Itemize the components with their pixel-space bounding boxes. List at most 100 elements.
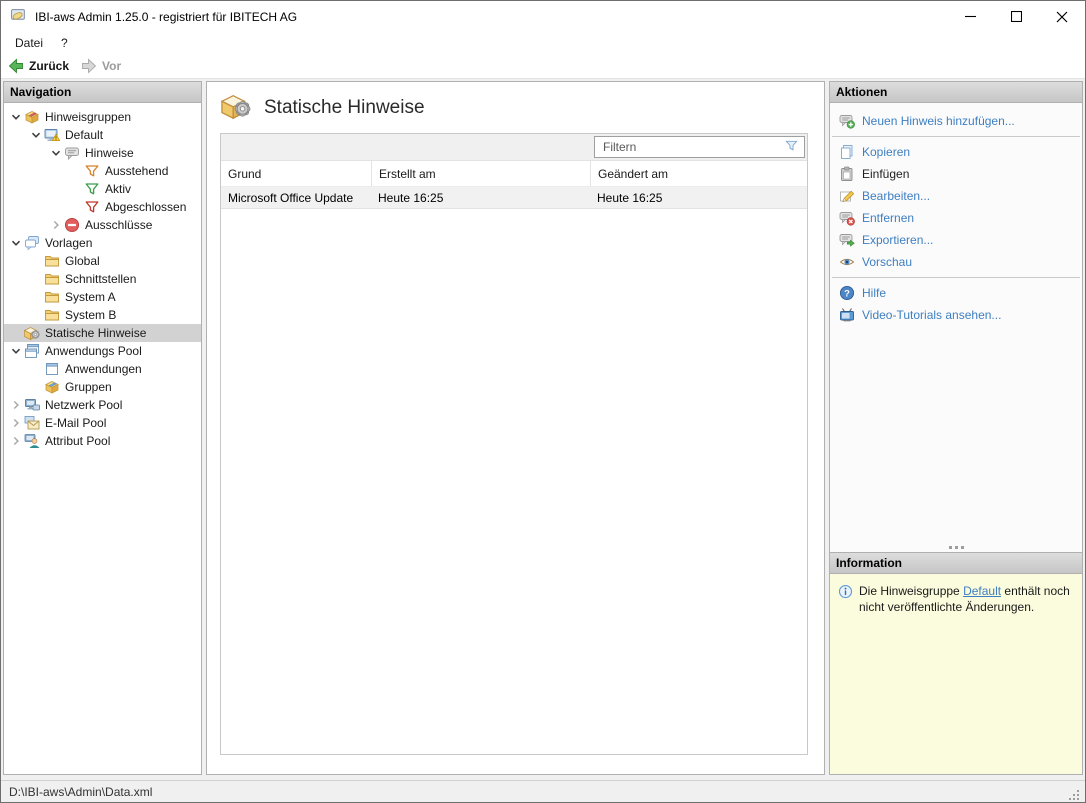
action-bearbeiten[interactable]: Bearbeiten... [830, 185, 1082, 207]
default-group-link[interactable]: Default [963, 584, 1001, 598]
table-cell: Microsoft Office Update [221, 191, 371, 205]
tree-toggle[interactable] [8, 109, 24, 125]
maximize-button[interactable] [993, 2, 1039, 32]
action-einf-gen[interactable]: Einfügen [830, 163, 1082, 185]
nav-item-label: Aktiv [105, 182, 135, 196]
nav-item-attribut-pool[interactable]: Attribut Pool [4, 432, 201, 450]
action-label: Exportieren... [862, 233, 933, 247]
navigation-header: Navigation [4, 82, 201, 103]
action-video-tutorials-ansehen[interactable]: Video-Tutorials ansehen... [830, 304, 1082, 326]
action-label: Kopieren [862, 145, 910, 159]
minimize-icon [965, 11, 976, 22]
nav-item-aktiv[interactable]: Aktiv [4, 180, 201, 198]
nav-item-vorlagen[interactable]: Vorlagen [4, 234, 201, 252]
nav-item-ausschl-sse[interactable]: Ausschlüsse [4, 216, 201, 234]
information-header: Information [830, 553, 1082, 574]
action-label: Hilfe [862, 286, 886, 300]
resize-grip-icon[interactable] [1067, 788, 1081, 802]
nav-item-system-a[interactable]: System A [4, 288, 201, 306]
tree-toggle[interactable] [28, 127, 44, 143]
chevron-right-icon [8, 433, 24, 449]
funnel-green-icon [84, 181, 100, 197]
action-vorschau[interactable]: Vorschau [830, 251, 1082, 273]
tree-toggle-empty [68, 181, 84, 197]
nav-item-hinweise[interactable]: Hinweise [4, 144, 201, 162]
nav-item-netzwerk-pool[interactable]: Netzwerk Pool [4, 396, 201, 414]
funnel-orange-icon [84, 163, 100, 179]
action-exportieren[interactable]: Exportieren... [830, 229, 1082, 251]
nav-item-label: Abgeschlossen [105, 200, 190, 214]
panel-splitter[interactable] [830, 543, 1082, 552]
nav-item-schnittstellen[interactable]: Schnittstellen [4, 270, 201, 288]
filter-box [594, 136, 805, 158]
forward-arrow-icon [81, 58, 97, 74]
column-header-erstellt-am[interactable]: Erstellt am [371, 161, 590, 186]
filter-funnel-icon[interactable] [784, 138, 799, 153]
box-gear-icon [221, 91, 251, 121]
toolbar: Zurück Vor [1, 54, 1085, 79]
block-icon [64, 217, 80, 233]
nav-item-system-b[interactable]: System B [4, 306, 201, 324]
nav-item-label: Anwendungen [65, 362, 146, 376]
nav-item-ausstehend[interactable]: Ausstehend [4, 162, 201, 180]
nav-item-label: Netzwerk Pool [45, 398, 126, 412]
notes-list: GrundErstellt amGeändert am Microsoft Of… [220, 133, 808, 755]
forward-button[interactable]: Vor [81, 58, 121, 74]
note-export-icon [839, 232, 855, 248]
nav-item-global[interactable]: Global [4, 252, 201, 270]
tree-toggle-empty [28, 307, 44, 323]
tree-toggle[interactable] [8, 433, 24, 449]
actions-separator [832, 277, 1080, 278]
nav-item-label: Statische Hinweise [45, 326, 150, 340]
folder-icon [44, 271, 60, 287]
pencil-icon [839, 188, 855, 204]
nav-item-gruppen[interactable]: Gruppen [4, 378, 201, 396]
table-row[interactable]: Microsoft Office UpdateHeute 16:25Heute … [221, 187, 807, 209]
menu-help[interactable]: ? [52, 34, 77, 52]
box-layers-icon [44, 379, 60, 395]
nav-item-hinweisgruppen[interactable]: Hinweisgruppen [4, 108, 201, 126]
nav-item-label: System B [65, 308, 120, 322]
back-button[interactable]: Zurück [8, 58, 69, 74]
tree-toggle[interactable] [48, 217, 64, 233]
filter-bar [221, 134, 807, 161]
nav-item-e-mail-pool[interactable]: E-Mail Pool [4, 414, 201, 432]
nav-item-abgeschlossen[interactable]: Abgeschlossen [4, 198, 201, 216]
content-panel: Statische Hinweise GrundErstellt amGeänd… [206, 81, 825, 775]
filter-input[interactable] [595, 140, 784, 154]
tree-toggle[interactable] [8, 343, 24, 359]
chevron-down-icon [8, 109, 24, 125]
menu-datei[interactable]: Datei [6, 34, 52, 52]
nav-item-anwendungs-pool[interactable]: Anwendungs Pool [4, 342, 201, 360]
nav-item-label: Schnittstellen [65, 272, 140, 286]
chevron-down-icon [8, 235, 24, 251]
folder-icon [44, 253, 60, 269]
actions-list: Neuen Hinweis hinzufügen... Kopieren Einfü… [830, 103, 1082, 543]
app-window: IBI-aws Admin 1.25.0 - registriert für I… [0, 0, 1086, 803]
templates-icon [24, 235, 40, 251]
nav-item-default[interactable]: Default [4, 126, 201, 144]
chevron-right-icon [8, 415, 24, 431]
folder-icon [44, 289, 60, 305]
nav-item-anwendungen[interactable]: Anwendungen [4, 360, 201, 378]
tree-toggle[interactable] [8, 415, 24, 431]
nav-item-label: Hinweisgruppen [45, 110, 135, 124]
box-icon [24, 109, 40, 125]
column-header-grund[interactable]: Grund [221, 161, 371, 186]
tree-toggle[interactable] [48, 145, 64, 161]
action-entfernen[interactable]: Entfernen [830, 207, 1082, 229]
page-title: Statische Hinweise [264, 97, 425, 119]
nav-item-statische-hinweise[interactable]: Statische Hinweise [4, 324, 201, 342]
tree-toggle[interactable] [8, 235, 24, 251]
action-neuen-hinweis-hinzuf-gen[interactable]: Neuen Hinweis hinzufügen... [830, 110, 1082, 132]
svg-text:?: ? [844, 288, 850, 299]
tree-toggle[interactable] [8, 397, 24, 413]
action-kopieren[interactable]: Kopieren [830, 141, 1082, 163]
folder-icon [44, 307, 60, 323]
maximize-icon [1011, 11, 1022, 22]
minimize-button[interactable] [947, 2, 993, 32]
action-hilfe[interactable]: ? Hilfe [830, 282, 1082, 304]
column-header-ge-ndert-am[interactable]: Geändert am [590, 161, 807, 186]
nav-item-label: E-Mail Pool [45, 416, 110, 430]
close-button[interactable] [1039, 2, 1085, 32]
